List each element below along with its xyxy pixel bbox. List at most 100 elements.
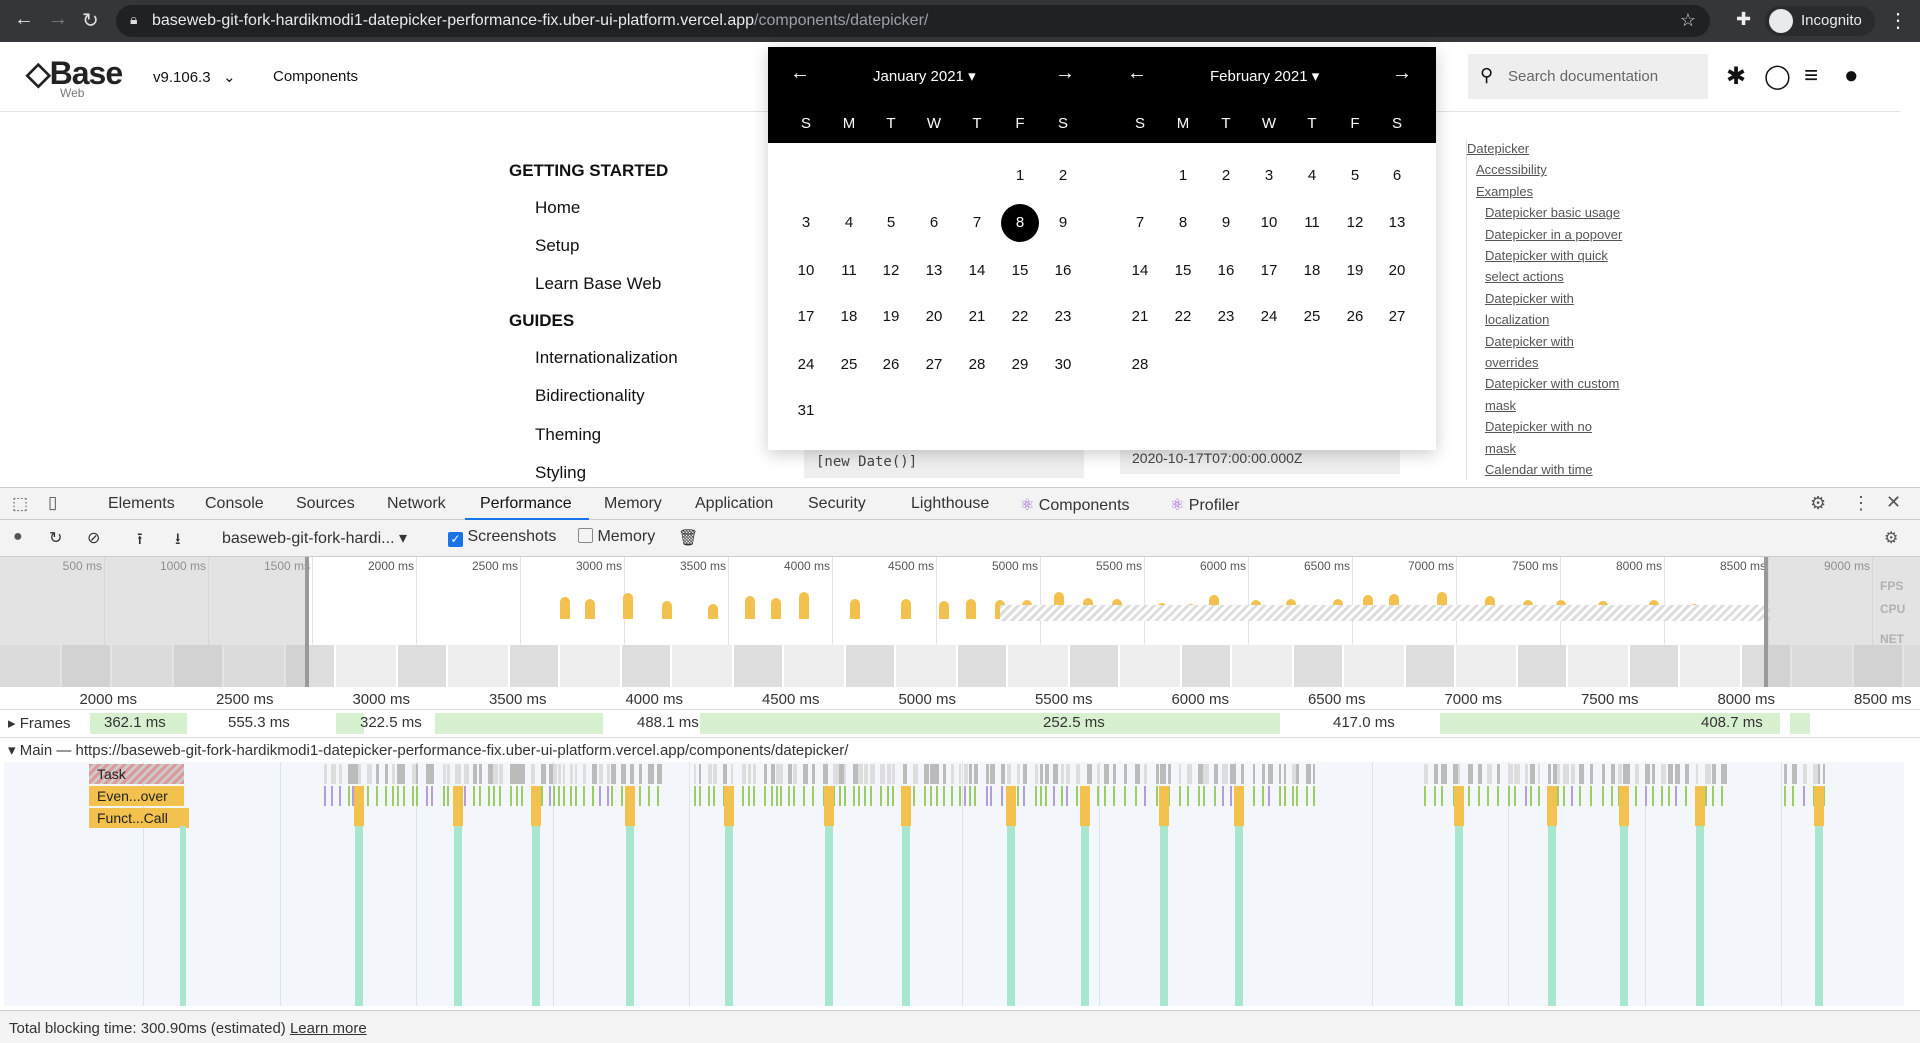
event-bar[interactable] [366, 786, 369, 806]
event-bar[interactable] [1668, 786, 1671, 806]
task-bar[interactable] [1557, 764, 1560, 784]
calendar-day[interactable]: 21 [1121, 298, 1159, 336]
task-bar[interactable] [656, 764, 663, 784]
task-bar[interactable] [812, 764, 816, 784]
task-bar[interactable] [426, 764, 431, 784]
calendar-day[interactable]: 15 [1164, 252, 1202, 290]
task-bar[interactable] [1283, 764, 1287, 784]
forward-icon[interactable]: → [48, 8, 68, 31]
task-bar[interactable] [1313, 764, 1316, 784]
calendar-day[interactable]: 11 [1293, 204, 1331, 242]
next-month-icon[interactable]: → [1055, 62, 1075, 85]
calendar-day[interactable]: 2 [1044, 157, 1082, 195]
toc-link[interactable]: Datepicker with [1485, 291, 1574, 306]
task-bar[interactable] [591, 764, 597, 784]
task-bar[interactable] [443, 764, 446, 784]
task-bar[interactable] [1711, 764, 1716, 784]
nav-item[interactable]: Internationalization [535, 348, 678, 368]
task-bar[interactable] [1000, 764, 1005, 784]
calendar-day[interactable]: 22 [1001, 298, 1039, 336]
task-bar[interactable] [802, 764, 808, 784]
task-bar[interactable] [1601, 764, 1606, 784]
task-bar[interactable] [964, 764, 969, 784]
task-bar[interactable] [1477, 764, 1483, 784]
event-bar[interactable] [1610, 786, 1613, 806]
calendar-day[interactable]: 12 [1336, 204, 1374, 242]
task-bar[interactable] [1267, 764, 1273, 784]
task-bar[interactable] [950, 764, 954, 784]
event-bar[interactable] [1076, 786, 1079, 806]
task-bar[interactable] [1784, 764, 1787, 784]
calendar-day[interactable]: 27 [1378, 298, 1416, 336]
event-bar[interactable] [1784, 786, 1786, 806]
event-bar[interactable] [1252, 786, 1255, 806]
event-bar[interactable] [411, 786, 414, 806]
task-bar[interactable] [531, 764, 536, 784]
event-bar[interactable] [463, 786, 466, 806]
toc-link[interactable]: mask [1485, 398, 1516, 413]
calendar-day[interactable]: 23 [1207, 298, 1245, 336]
event-bar[interactable] [969, 786, 972, 806]
function-call-bar[interactable] [531, 786, 542, 826]
task-bar[interactable] [879, 764, 886, 784]
event-bar[interactable] [599, 786, 602, 806]
event-bar[interactable] [426, 786, 429, 806]
event-bar[interactable] [431, 786, 434, 806]
tab-security[interactable]: Security [808, 495, 866, 513]
calendar-day[interactable]: 14 [958, 252, 996, 290]
task-bar[interactable] [1096, 764, 1101, 784]
function-call-bar[interactable] [625, 786, 636, 826]
nav-item[interactable]: Learn Base Web [535, 274, 661, 294]
function-call-bar[interactable] [354, 786, 364, 826]
task-bar[interactable] [870, 764, 875, 784]
task-bar[interactable] [1252, 764, 1256, 784]
task-bar[interactable] [752, 764, 757, 784]
event-bar[interactable] [1295, 786, 1298, 806]
task-bar[interactable] [1214, 764, 1218, 784]
rtl-icon[interactable]: ≡ [1804, 62, 1818, 90]
event-bar[interactable] [870, 786, 873, 806]
event-bar[interactable] [324, 786, 326, 806]
event-bar[interactable] [562, 786, 565, 806]
event-bar[interactable] [549, 786, 552, 806]
task-bar[interactable] [639, 764, 643, 784]
calendar-day[interactable]: 31 [787, 392, 825, 430]
calendar-day[interactable]: 4 [1293, 157, 1331, 195]
task-bar[interactable] [748, 764, 751, 784]
calendar-day[interactable]: 3 [1250, 157, 1288, 195]
calendar-day[interactable]: 6 [1378, 157, 1416, 195]
task-bar[interactable] [1508, 764, 1513, 784]
task-bar[interactable] [1548, 764, 1552, 784]
task-bar[interactable] [570, 764, 574, 784]
theme-bulb-icon[interactable]: ● [1844, 62, 1859, 90]
function-call-bar[interactable] [1234, 786, 1245, 826]
task-bar[interactable] [431, 764, 435, 784]
more-icon[interactable]: ⋮ [1852, 493, 1870, 514]
paint-bar[interactable] [1455, 826, 1463, 1006]
selection-handle-left[interactable] [305, 557, 309, 687]
selection-handle-right[interactable] [1764, 557, 1768, 687]
calendar-day[interactable]: 17 [1250, 252, 1288, 290]
calendar-day[interactable]: 11 [830, 252, 868, 290]
task-bar[interactable] [1627, 764, 1630, 784]
calendar-day[interactable]: 24 [1250, 298, 1288, 336]
reload-icon[interactable]: ↻ [82, 8, 99, 33]
task-bar[interactable] [1705, 764, 1711, 784]
task-bar[interactable] [823, 764, 828, 784]
event-bar[interactable] [1123, 786, 1126, 806]
event-bar[interactable] [924, 786, 927, 806]
event-bar[interactable] [1291, 786, 1294, 806]
calendar-day[interactable]: 13 [915, 252, 953, 290]
event-bar[interactable] [1039, 786, 1042, 806]
task-bar[interactable] [583, 764, 587, 784]
task-bar[interactable] [843, 764, 847, 784]
search-input[interactable]: ⚲ Search documentation [1468, 54, 1708, 99]
function-call-bar[interactable] [1158, 786, 1169, 826]
event-bar[interactable] [1660, 786, 1663, 806]
event-bar[interactable] [779, 786, 782, 806]
event-bar[interactable] [843, 786, 846, 806]
task-bar[interactable] [478, 764, 483, 784]
timeline-overview[interactable]: 500 ms1000 ms1500 ms2000 ms2500 ms3000 m… [0, 557, 1920, 687]
event-bar[interactable] [1230, 786, 1233, 806]
event-bar[interactable] [1433, 786, 1436, 806]
